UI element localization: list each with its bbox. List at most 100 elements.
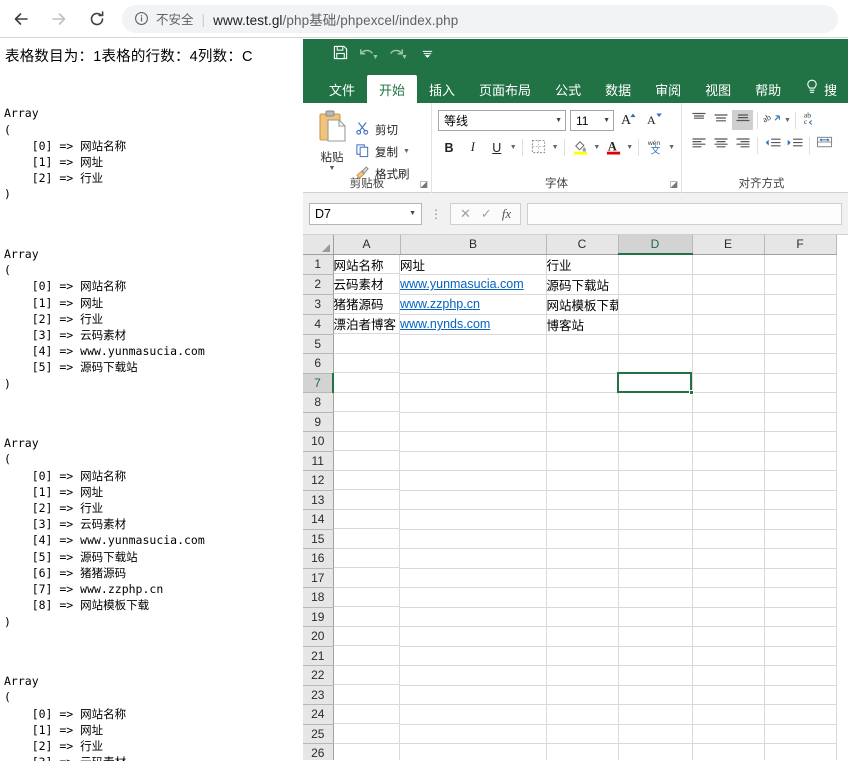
- cell-E3[interactable]: [692, 294, 764, 314]
- cell-B5[interactable]: [400, 334, 546, 354]
- align-center-button[interactable]: [710, 135, 731, 155]
- formula-input[interactable]: [527, 203, 842, 225]
- cell-F25[interactable]: [764, 724, 836, 744]
- cell-A11[interactable]: [334, 451, 400, 471]
- cell-E12[interactable]: [692, 471, 764, 491]
- cell-A2[interactable]: 云码素材: [334, 274, 400, 294]
- increase-font-size-button[interactable]: A: [618, 110, 640, 131]
- cell-B24[interactable]: [400, 705, 546, 725]
- cell-A22[interactable]: [334, 666, 400, 686]
- cell-D26[interactable]: [618, 744, 692, 761]
- chevron-down-icon[interactable]: ▼: [403, 148, 410, 155]
- fill-color-button[interactable]: [570, 137, 592, 158]
- cell-E5[interactable]: [692, 334, 764, 354]
- align-right-button[interactable]: [732, 135, 753, 155]
- row-header-15[interactable]: 15: [303, 529, 333, 549]
- cell-C7[interactable]: [546, 373, 618, 393]
- cell-B7[interactable]: [400, 373, 546, 393]
- cell-A24[interactable]: [334, 705, 400, 725]
- cell-E9[interactable]: [692, 412, 764, 432]
- cell-C14[interactable]: [546, 510, 618, 530]
- cell-F22[interactable]: [764, 666, 836, 686]
- dialog-launcher-icon[interactable]: ◪: [669, 179, 678, 190]
- cell-D9[interactable]: [618, 412, 692, 432]
- cell-B6[interactable]: [400, 354, 546, 374]
- cell-A17[interactable]: [334, 568, 400, 588]
- cell-A1[interactable]: 网站名称: [334, 255, 400, 275]
- confirm-check-icon[interactable]: ✓: [481, 206, 492, 222]
- cell-D23[interactable]: [618, 685, 692, 705]
- row-header-10[interactable]: 10: [303, 432, 333, 452]
- font-name-combo[interactable]: 等线 ▼: [438, 110, 566, 131]
- tab-help[interactable]: 帮助: [743, 75, 793, 103]
- cell-E14[interactable]: [692, 510, 764, 530]
- cell-E20[interactable]: [692, 627, 764, 647]
- cell-C1[interactable]: 行业: [546, 254, 618, 274]
- cell-F15[interactable]: [764, 529, 836, 549]
- cell-F16[interactable]: [764, 549, 836, 569]
- row-header-19[interactable]: 19: [303, 607, 333, 627]
- row-header-21[interactable]: 21: [303, 646, 333, 666]
- cell-A19[interactable]: [334, 607, 400, 627]
- cell-D21[interactable]: [618, 646, 692, 666]
- row-header-12[interactable]: 12: [303, 471, 333, 491]
- tell-me-search[interactable]: 搜: [793, 75, 843, 103]
- row-header-17[interactable]: 17: [303, 568, 333, 588]
- cell-B14[interactable]: [400, 510, 546, 530]
- row-header-6[interactable]: 6: [303, 354, 333, 374]
- tab-insert[interactable]: 插入: [417, 75, 467, 103]
- cell-E10[interactable]: [692, 432, 764, 452]
- cell-F19[interactable]: [764, 607, 836, 627]
- chevron-down-icon[interactable]: ▼: [784, 117, 791, 124]
- cell-D8[interactable]: [618, 393, 692, 413]
- cell-F18[interactable]: [764, 588, 836, 608]
- cell-F6[interactable]: [764, 354, 836, 374]
- cell-D15[interactable]: [618, 529, 692, 549]
- cell-C13[interactable]: [546, 490, 618, 510]
- cell-F9[interactable]: [764, 412, 836, 432]
- cell-A4[interactable]: 漂泊者博客: [334, 314, 400, 334]
- align-bottom-button[interactable]: [732, 110, 753, 130]
- cell-F21[interactable]: [764, 646, 836, 666]
- align-top-button[interactable]: [688, 110, 709, 130]
- cell-A3[interactable]: 猪猪源码: [334, 294, 400, 314]
- italic-button[interactable]: I: [462, 137, 484, 158]
- cell-A21[interactable]: [334, 646, 400, 666]
- cell-E4[interactable]: [692, 314, 764, 334]
- cell-C10[interactable]: [546, 432, 618, 452]
- cell-B19[interactable]: [400, 607, 546, 627]
- cell-A16[interactable]: [334, 549, 400, 569]
- column-header-c[interactable]: C: [546, 235, 618, 254]
- row-header-4[interactable]: 4: [303, 314, 333, 334]
- cell-F3[interactable]: [764, 294, 836, 314]
- cell-A10[interactable]: [334, 432, 400, 452]
- reload-button[interactable]: [80, 2, 114, 36]
- cell-B25[interactable]: [400, 724, 546, 744]
- decrease-indent-button[interactable]: [762, 135, 783, 155]
- cell-B20[interactable]: [400, 627, 546, 647]
- cell-E6[interactable]: [692, 354, 764, 374]
- cell-C25[interactable]: [546, 724, 618, 744]
- cell-C18[interactable]: [546, 588, 618, 608]
- cell-B1[interactable]: 网址: [400, 254, 546, 274]
- row-header-20[interactable]: 20: [303, 627, 333, 647]
- row-header-13[interactable]: 13: [303, 490, 333, 510]
- customize-quick-access-button[interactable]: [414, 43, 440, 67]
- cell-C5[interactable]: [546, 334, 618, 354]
- column-header-d[interactable]: D: [618, 235, 692, 254]
- row-header-24[interactable]: 24: [303, 705, 333, 725]
- row-header-5[interactable]: 5: [303, 334, 333, 354]
- cell-D25[interactable]: [618, 724, 692, 744]
- cell-C11[interactable]: [546, 451, 618, 471]
- cell-E22[interactable]: [692, 666, 764, 686]
- chevron-down-icon[interactable]: ▼: [510, 144, 517, 151]
- forward-button[interactable]: [42, 2, 76, 36]
- cell-B26[interactable]: [400, 744, 546, 761]
- copy-button[interactable]: 复制 ▼: [355, 142, 410, 161]
- cell-B18[interactable]: [400, 588, 546, 608]
- cell-D3[interactable]: [618, 294, 692, 314]
- row-header-14[interactable]: 14: [303, 510, 333, 530]
- row-header-23[interactable]: 23: [303, 685, 333, 705]
- address-bar[interactable]: 不安全 | www.test.gl/php基础/phpexcel/index.p…: [122, 5, 838, 33]
- insert-function-fx-icon[interactable]: fx: [502, 206, 511, 222]
